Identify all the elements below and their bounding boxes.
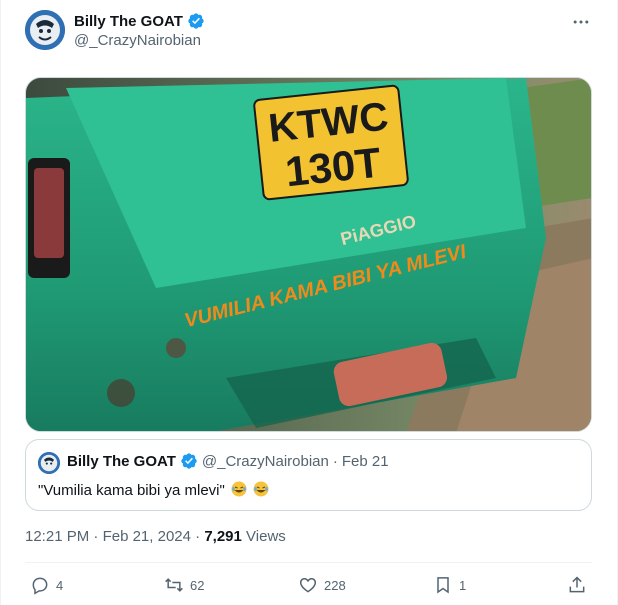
- share-icon: [569, 576, 585, 593]
- tweet-photo[interactable]: KTWC 130T PiAGGIO VUMILIA KAMA BIBI YA M…: [25, 77, 592, 432]
- author-display-name[interactable]: Billy The GOAT: [74, 13, 183, 30]
- quoted-header: Billy The GOAT @_CrazyNairobian · Feb 21: [67, 452, 389, 470]
- more-dots-icon: [573, 20, 589, 24]
- reply-count: 4: [56, 577, 64, 593]
- repost-count: 62: [190, 577, 205, 593]
- heart-icon: [299, 577, 317, 593]
- views-label: Views: [246, 528, 286, 545]
- author-avatar[interactable]: [25, 10, 65, 50]
- quoted-tweet[interactable]: Billy The GOAT @_CrazyNairobian · Feb 21…: [25, 439, 592, 511]
- reply-button[interactable]: 4: [30, 575, 63, 595]
- bookmark-count: 1: [459, 577, 467, 593]
- laughing-tears-emoji-icon: [253, 481, 269, 497]
- like-count: 228: [324, 577, 346, 593]
- laughing-tears-emoji-icon: [231, 481, 247, 497]
- quoted-display-name[interactable]: Billy The GOAT: [67, 453, 176, 470]
- bookmark-icon: [437, 577, 449, 594]
- more-options-button[interactable]: [569, 10, 593, 34]
- quoted-author-avatar[interactable]: [38, 452, 60, 474]
- meta-separator: ·: [93, 528, 99, 545]
- reply-icon: [32, 577, 48, 595]
- tweet-date[interactable]: Feb 21, 2024: [103, 528, 191, 545]
- like-button[interactable]: 228: [298, 575, 346, 595]
- views-count: 7,291: [204, 528, 242, 545]
- quoted-text: "Vumilia kama bibi ya mlevi": [38, 481, 269, 499]
- divider: [25, 562, 592, 563]
- quoted-separator: ·: [332, 452, 338, 470]
- tweet-meta: 12:21 PM · Feb 21, 2024 · 7,291 Views: [25, 528, 286, 545]
- plate-line-2: 130T: [283, 139, 383, 196]
- quoted-date[interactable]: Feb 21: [342, 453, 389, 470]
- repost-button[interactable]: 62: [164, 575, 204, 595]
- author-handle[interactable]: @_CrazyNairobian: [74, 32, 201, 49]
- bookmark-button[interactable]: 1: [433, 575, 466, 595]
- meta-separator: ·: [195, 528, 201, 545]
- tweet-card: Billy The GOAT @_CrazyNairobian KTWC 130…: [0, 0, 618, 605]
- quoted-text-content: "Vumilia kama bibi ya mlevi": [38, 482, 225, 499]
- tweet-time[interactable]: 12:21 PM: [25, 528, 89, 545]
- repost-icon: [165, 578, 183, 592]
- share-button[interactable]: [567, 575, 587, 595]
- author-name-row: Billy The GOAT: [74, 12, 205, 30]
- quoted-verified-badge-icon: [180, 452, 198, 470]
- quoted-handle[interactable]: @_CrazyNairobian: [202, 453, 329, 470]
- verified-badge-icon: [187, 12, 205, 30]
